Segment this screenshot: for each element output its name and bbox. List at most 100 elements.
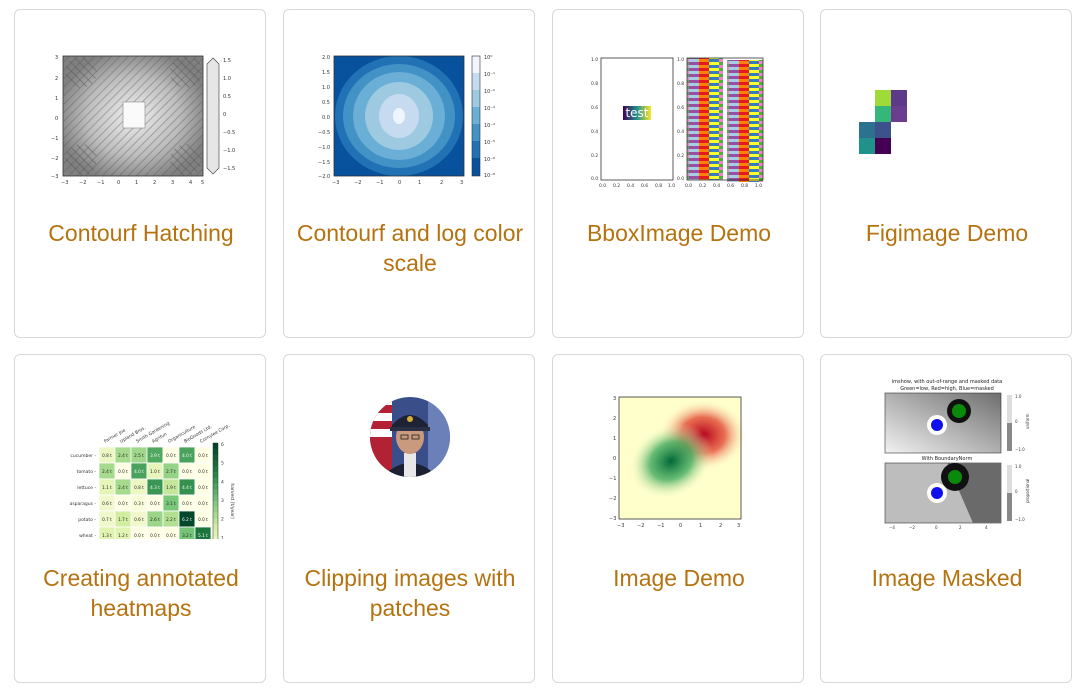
svg-text:0: 0 bbox=[613, 456, 616, 462]
svg-text:10⁻³: 10⁻³ bbox=[484, 106, 495, 112]
contourf-hatching-image: 3 2 1 0 −1 −2 −3 −3 −2 −1 0 1 2 3 4 5 1.5 1.0 0.5 0 −0.… bbox=[51, 55, 235, 186]
svg-text:−1.0: −1.0 bbox=[1015, 447, 1025, 452]
svg-text:0: 0 bbox=[679, 523, 682, 529]
gallery-card-image-demo[interactable]: 3 2 1 0 −1 −2 −3 −3 −2 −1 0 1 2 3 Image Demo bbox=[552, 354, 804, 683]
svg-text:1.5: 1.5 bbox=[322, 70, 330, 76]
svg-text:0.0: 0.0 bbox=[677, 176, 684, 182]
heatmap-cell-value: 2.4 t bbox=[118, 453, 128, 458]
svg-text:−2.0: −2.0 bbox=[318, 174, 330, 180]
heatmap-cell-value: 4.0 t bbox=[134, 469, 144, 474]
gallery-card-annotated-heatmaps[interactable]: Farmer Joe Upland Bros. Smith Gardening Agr… bbox=[14, 354, 266, 683]
svg-text:1.0: 1.0 bbox=[223, 76, 231, 82]
svg-text:1: 1 bbox=[135, 180, 138, 186]
svg-text:−1.5: −1.5 bbox=[318, 160, 330, 166]
svg-text:2: 2 bbox=[959, 525, 962, 530]
svg-text:1.0: 1.0 bbox=[668, 183, 675, 189]
svg-text:0.2: 0.2 bbox=[699, 183, 706, 189]
thumbnail-image-masked[interactable]: imshow, with out-of-range and masked dat… bbox=[847, 377, 1047, 539]
svg-text:1.0: 1.0 bbox=[1015, 394, 1022, 399]
colorbar-segment bbox=[213, 495, 218, 502]
svg-text:−4: −4 bbox=[889, 525, 895, 530]
colorbar-tick: 4 bbox=[221, 479, 224, 485]
thumbnail-annotated-heatmaps[interactable]: Farmer Joe Upland Bros. Smith Gardening Agr… bbox=[41, 391, 241, 539]
svg-text:−2: −2 bbox=[51, 156, 58, 162]
gallery-link-clipping-images[interactable]: Clipping images with patches bbox=[284, 563, 536, 623]
heatmap-cell-value: 2.4 t bbox=[102, 469, 112, 474]
svg-text:5: 5 bbox=[201, 180, 204, 186]
svg-text:0.8: 0.8 bbox=[741, 183, 748, 189]
heatmap-cell-value: 0.0 t bbox=[166, 533, 176, 538]
heatmap-cell-value: 4.3 t bbox=[150, 485, 160, 490]
gallery-link-contourf-hatching[interactable]: Contourf Hatching bbox=[15, 218, 267, 248]
heatmap-cell-value: 5.1 t bbox=[198, 533, 208, 538]
heatmap-vegetable-label: tomato - bbox=[77, 469, 97, 475]
svg-text:2: 2 bbox=[153, 180, 156, 186]
colorbar-segment bbox=[213, 483, 218, 490]
svg-text:2: 2 bbox=[719, 523, 722, 529]
heatmap-cell-value: 1.7 t bbox=[118, 517, 128, 522]
thumbnail-image-demo[interactable]: 3 2 1 0 −1 −2 −3 −3 −2 −1 0 1 2 3 bbox=[579, 391, 779, 539]
svg-text:3: 3 bbox=[613, 396, 616, 402]
svg-text:10⁻⁴: 10⁻⁴ bbox=[484, 123, 495, 129]
gallery-card-figimage[interactable]: Figimage Demo bbox=[820, 9, 1072, 338]
thumbnail-clipping-images[interactable] bbox=[310, 391, 510, 539]
svg-text:1.0: 1.0 bbox=[591, 57, 598, 63]
heatmap-cell-value: 3.2 t bbox=[182, 533, 192, 538]
cbar-label-proportional: proportional bbox=[1025, 479, 1030, 503]
gallery-link-contourf-log[interactable]: Contourf and log color scale bbox=[284, 218, 536, 278]
heatmap-cell-value: 0.0 t bbox=[198, 517, 208, 522]
svg-text:−0.5: −0.5 bbox=[318, 130, 330, 136]
svg-text:2: 2 bbox=[613, 416, 616, 422]
svg-text:10⁻¹: 10⁻¹ bbox=[484, 72, 495, 78]
svg-text:0: 0 bbox=[117, 180, 120, 186]
colorbar-segment bbox=[213, 466, 218, 473]
heatmap-vegetable-label: asparagus - bbox=[70, 501, 97, 507]
gallery-link-bboximage[interactable]: BboxImage Demo bbox=[553, 218, 805, 248]
svg-text:0.4: 0.4 bbox=[713, 183, 720, 189]
svg-text:−1: −1 bbox=[51, 136, 58, 142]
thumbnail-contourf-hatching[interactable]: 3 2 1 0 −1 −2 −3 −3 −2 −1 0 1 2 3 4 5 1.5 1.0 0.5 0 −0.… bbox=[41, 46, 241, 194]
heatmap-cell-value: 1.9 t bbox=[166, 485, 176, 490]
heatmap-cell-value: 3.9 t bbox=[150, 453, 160, 458]
svg-text:−2: −2 bbox=[637, 523, 644, 529]
svg-text:0.6: 0.6 bbox=[591, 105, 598, 111]
gallery-card-image-masked[interactable]: imshow, with out-of-range and masked dat… bbox=[820, 354, 1072, 683]
svg-text:3: 3 bbox=[737, 523, 740, 529]
heatmap-cell-value: 0.6 t bbox=[134, 517, 144, 522]
svg-text:0.2: 0.2 bbox=[613, 183, 620, 189]
gallery-link-image-masked[interactable]: Image Masked bbox=[821, 563, 1073, 593]
gallery-card-contourf-hatching[interactable]: 3 2 1 0 −1 −2 −3 −3 −2 −1 0 1 2 3 4 5 1.5 1.0 0.5 0 −0.… bbox=[14, 9, 266, 338]
cbar-label-uniform: uniform bbox=[1025, 413, 1030, 429]
svg-text:0.8: 0.8 bbox=[677, 81, 684, 87]
svg-text:−2: −2 bbox=[354, 180, 361, 186]
gallery-card-bboximage[interactable]: test 1.0 0.8 0.6 0.4 0.2 0.0 1.0 0.8 0.6 0.4 0.2 0… bbox=[552, 9, 804, 338]
heatmap-cell-value: 0.0 t bbox=[134, 533, 144, 538]
svg-text:1.0: 1.0 bbox=[322, 85, 330, 91]
gallery-link-image-demo[interactable]: Image Demo bbox=[553, 563, 805, 593]
gallery-card-contourf-log[interactable]: 2.0 1.5 1.0 0.5 0.0 −0.5 −1.0 −1.5 −2.0 −3 −2 −1 0… bbox=[283, 9, 535, 338]
clipped-portrait-image bbox=[370, 397, 450, 477]
gallery-link-annotated-heatmaps[interactable]: Creating annotated heatmaps bbox=[15, 563, 267, 623]
svg-text:4: 4 bbox=[985, 525, 988, 530]
thumbnail-bboximage[interactable]: test 1.0 0.8 0.6 0.4 0.2 0.0 1.0 0.8 0.6 0.4 0.2 0… bbox=[579, 46, 779, 194]
colorbar-segment bbox=[213, 506, 218, 513]
svg-text:0.0: 0.0 bbox=[685, 183, 692, 189]
heatmap-cell-value: 1.2 t bbox=[118, 533, 128, 538]
svg-text:−3: −3 bbox=[61, 180, 68, 186]
svg-text:0.0: 0.0 bbox=[591, 176, 598, 182]
heatmap-cell-value: 0.0 t bbox=[118, 469, 128, 474]
heatmap-cell-value: 0.0 t bbox=[198, 501, 208, 506]
masked-subtitle: Green=low, Red=high, Blue=masked bbox=[900, 386, 994, 392]
heatmap-cell-value: 4.4 t bbox=[182, 485, 192, 490]
thumbnail-figimage[interactable] bbox=[847, 46, 1047, 194]
colorbar-segment bbox=[213, 489, 218, 496]
svg-text:0.4: 0.4 bbox=[627, 183, 634, 189]
colorbar-label: harvest [t/year] bbox=[229, 483, 235, 519]
svg-text:3: 3 bbox=[460, 180, 463, 186]
gallery-card-clipping-images[interactable]: Clipping images with patches bbox=[283, 354, 535, 683]
gallery-link-figimage[interactable]: Figimage Demo bbox=[821, 218, 1073, 248]
heatmap-cell-value: 3.1 t bbox=[166, 501, 176, 506]
heatmap-cell-value: 1.0 t bbox=[150, 469, 160, 474]
thumbnail-contourf-log[interactable]: 2.0 1.5 1.0 0.5 0.0 −0.5 −1.0 −1.5 −2.0 −3 −2 −1 0… bbox=[310, 46, 510, 194]
colorbar-tick: 2 bbox=[221, 517, 224, 523]
